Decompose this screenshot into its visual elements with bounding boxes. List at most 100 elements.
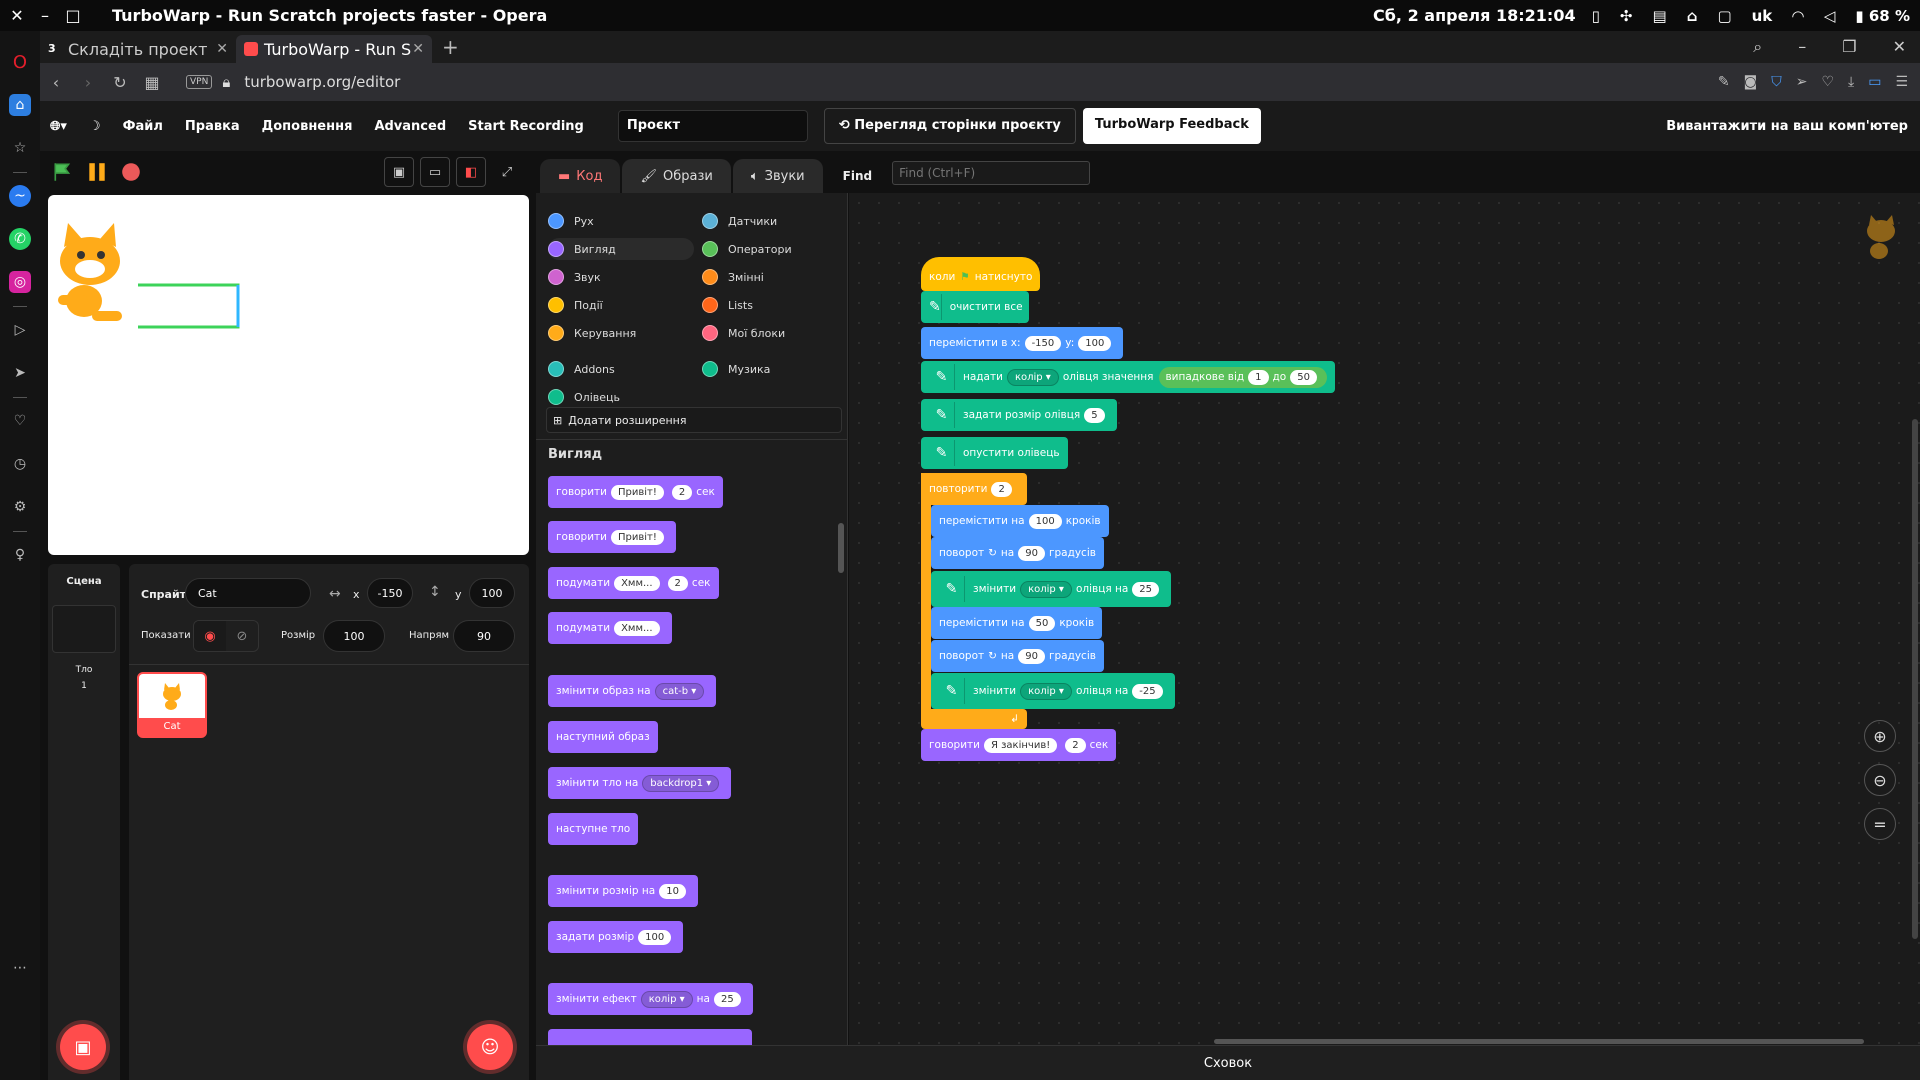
when-flag-clicked-block[interactable]: коли ⚑ натиснуто <box>921 257 1041 291</box>
language-icon[interactable]: 🌐︎▾ <box>50 119 67 134</box>
whatsapp-icon[interactable]: ✆ <box>9 228 31 250</box>
vpn-badge[interactable]: VPN <box>186 75 213 89</box>
block-input[interactable]: -25 <box>1132 683 1163 699</box>
palette-set-size-block[interactable]: задати розмір 100 <box>548 921 684 953</box>
block-input[interactable]: 2 <box>1065 737 1086 753</box>
add-sprite-button[interactable]: ☺ <box>467 1024 513 1070</box>
fullscreen-icon[interactable]: ⤢ <box>492 157 522 187</box>
block-input[interactable]: 2 <box>671 484 693 500</box>
category-10[interactable]: Addons <box>548 361 615 377</box>
palette-change-size-block[interactable]: змінити розмір на 10 <box>548 875 698 907</box>
speed-dial-icon[interactable]: ⌂ <box>9 94 31 116</box>
block-input[interactable]: 10 <box>659 883 686 899</box>
block-input[interactable]: Привіт! <box>610 484 664 500</box>
category-7[interactable]: Lists <box>702 297 753 313</box>
project-title-input[interactable]: Проєкт <box>617 110 808 142</box>
palette-think-for-block[interactable]: подумати Хмм... 2 сек <box>548 567 719 599</box>
effect-dropdown[interactable]: колір ▾ <box>640 990 693 1008</box>
backdrop-dropdown[interactable]: backdrop1 ▾ <box>642 774 720 792</box>
tab-grid-icon[interactable]: ▦ <box>136 73 168 92</box>
tab-costumes[interactable]: 🖌︎ Образи <box>622 159 731 193</box>
size-input[interactable]: 100 <box>323 620 385 652</box>
normal-stage-icon[interactable]: ◧ <box>456 157 486 187</box>
heart-icon[interactable]: ♡ <box>9 410 31 432</box>
erase-all-block[interactable]: ✎ очистити все <box>921 291 1029 323</box>
close-window-icon[interactable]: ✕ <box>1893 37 1906 57</box>
say-for-block[interactable]: говорити Я закінчив! 2 сек <box>921 729 1117 761</box>
cat-sprite-icon[interactable] <box>58 223 122 321</box>
new-tab-icon[interactable]: + <box>442 35 459 63</box>
settings-icon[interactable]: ⚙ <box>9 496 31 518</box>
y-input[interactable]: 100 <box>469 578 515 608</box>
minimize-window-icon[interactable]: – <box>1798 37 1806 57</box>
restore-window-icon[interactable]: ❐ <box>1842 37 1856 57</box>
block-input[interactable]: 90 <box>1018 545 1045 561</box>
maximize-icon[interactable]: □ <box>62 6 84 25</box>
home-icon[interactable]: ⌂ <box>1687 7 1698 25</box>
battery-indicator[interactable]: ▮ 68 % <box>1855 7 1910 25</box>
small-stage-icon[interactable]: ▭ <box>420 157 450 187</box>
wifi-icon[interactable]: ◠ <box>1792 7 1804 25</box>
pick-random-reporter[interactable]: випадкове від 1 до 50 <box>1159 366 1327 388</box>
pen-param-dropdown[interactable]: колір ▾ <box>1006 368 1059 386</box>
block-input[interactable]: 2 <box>667 575 688 591</box>
feedback-button[interactable]: TurboWarp Feedback <box>1082 108 1261 144</box>
move-steps-block[interactable]: перемістити на 50 кроків <box>931 607 1103 639</box>
palette-next-costume-block[interactable]: наступний образ <box>548 721 658 753</box>
pen-param-dropdown[interactable]: колір ▾ <box>1020 580 1072 598</box>
x-input[interactable]: -150 <box>367 578 413 608</box>
forward-icon[interactable]: › <box>72 73 104 92</box>
set-pen-size-block[interactable]: ✎ задати розмір олівця 5 <box>921 399 1117 431</box>
send-icon[interactable]: ➢ <box>1796 74 1808 90</box>
category-0[interactable]: Рух <box>548 213 594 229</box>
category-9[interactable]: Мої блоки <box>702 325 785 341</box>
block-input[interactable]: 5 <box>1084 407 1105 423</box>
zoom-out-icon[interactable]: ⊖ <box>1864 764 1896 796</box>
camera-icon[interactable]: ◙ <box>1744 74 1758 90</box>
block-input[interactable]: Хмм... <box>614 575 660 591</box>
messenger-icon[interactable]: ~ <box>9 185 31 207</box>
download-icon[interactable]: ⤓ <box>1848 74 1854 90</box>
close-tab-icon[interactable]: ✕ <box>412 41 424 57</box>
horizontal-scrollbar[interactable] <box>1214 1039 1864 1044</box>
category-5[interactable]: Змінні <box>702 269 764 285</box>
turn-right-block[interactable]: поворот ↻ на 90 градусів <box>931 640 1104 672</box>
menu-edit[interactable]: Правка <box>185 119 240 134</box>
block-input[interactable]: 100 <box>1028 513 1062 529</box>
green-flag-icon[interactable] <box>52 161 74 183</box>
heart-icon[interactable]: ♡ <box>1821 74 1834 90</box>
backpack-bar[interactable]: Сховок <box>536 1045 1920 1080</box>
vertical-scrollbar[interactable] <box>1912 419 1918 939</box>
tab-code[interactable]: ▬ Код <box>540 159 621 193</box>
script-workspace[interactable]: коли ⚑ натиснуто ✎ очистити все перемістити… <box>849 193 1920 1045</box>
palette-next-backdrop-block[interactable]: наступне тло <box>548 813 639 845</box>
pause-icon[interactable] <box>86 161 108 183</box>
go-to-xy-block[interactable]: перемістити в x: -150 y: 100 <box>921 327 1124 359</box>
sprite-tile[interactable]: Cat <box>137 672 207 738</box>
move-steps-block[interactable]: перемістити на 100 кроків <box>931 505 1109 537</box>
block-input[interactable]: 2 <box>991 481 1012 497</box>
screenshot-icon[interactable]: ▣ <box>384 157 414 187</box>
category-1[interactable]: Датчики <box>702 213 777 229</box>
repeat-block[interactable] <box>921 473 931 719</box>
save-to-computer-button[interactable]: Вивантажити на ваш комп'ютер <box>1666 119 1908 134</box>
change-pen-param-block[interactable]: ✎ змінити колір ▾ олівця на -25 <box>931 673 1175 709</box>
palette-say-block[interactable]: говорити Привіт! <box>548 521 676 553</box>
set-pen-param-block[interactable]: ✎ надати колір ▾ олівця значення випадкове … <box>921 361 1335 393</box>
tab-projects[interactable]: 3 Складіть проект ✕ <box>40 35 236 63</box>
language-indicator[interactable]: uk <box>1752 7 1773 25</box>
palette-change-effect-block[interactable]: змінити ефект колір ▾ на 25 <box>548 983 753 1015</box>
send-icon[interactable]: ➤ <box>9 362 31 384</box>
zoom-in-icon[interactable]: ⊕ <box>1864 720 1896 752</box>
edit-icon[interactable]: ✎ <box>1718 74 1730 90</box>
back-icon[interactable]: ‹ <box>40 73 72 92</box>
palette-switch-costume-block[interactable]: змінити образ на cat-b ▾ <box>548 675 717 707</box>
block-input[interactable]: -150 <box>1024 335 1062 351</box>
display-icon[interactable]: ▤ <box>1653 7 1667 25</box>
add-extension-button[interactable]: ⊞ Додати розширення <box>546 407 842 433</box>
stage-canvas[interactable] <box>48 195 529 555</box>
theme-icon[interactable]: ☽ <box>89 119 101 134</box>
add-backdrop-button[interactable]: ▣ <box>60 1024 106 1070</box>
clipboard-icon[interactable]: ▢ <box>1717 7 1731 25</box>
category-11[interactable]: Музика <box>702 361 770 377</box>
